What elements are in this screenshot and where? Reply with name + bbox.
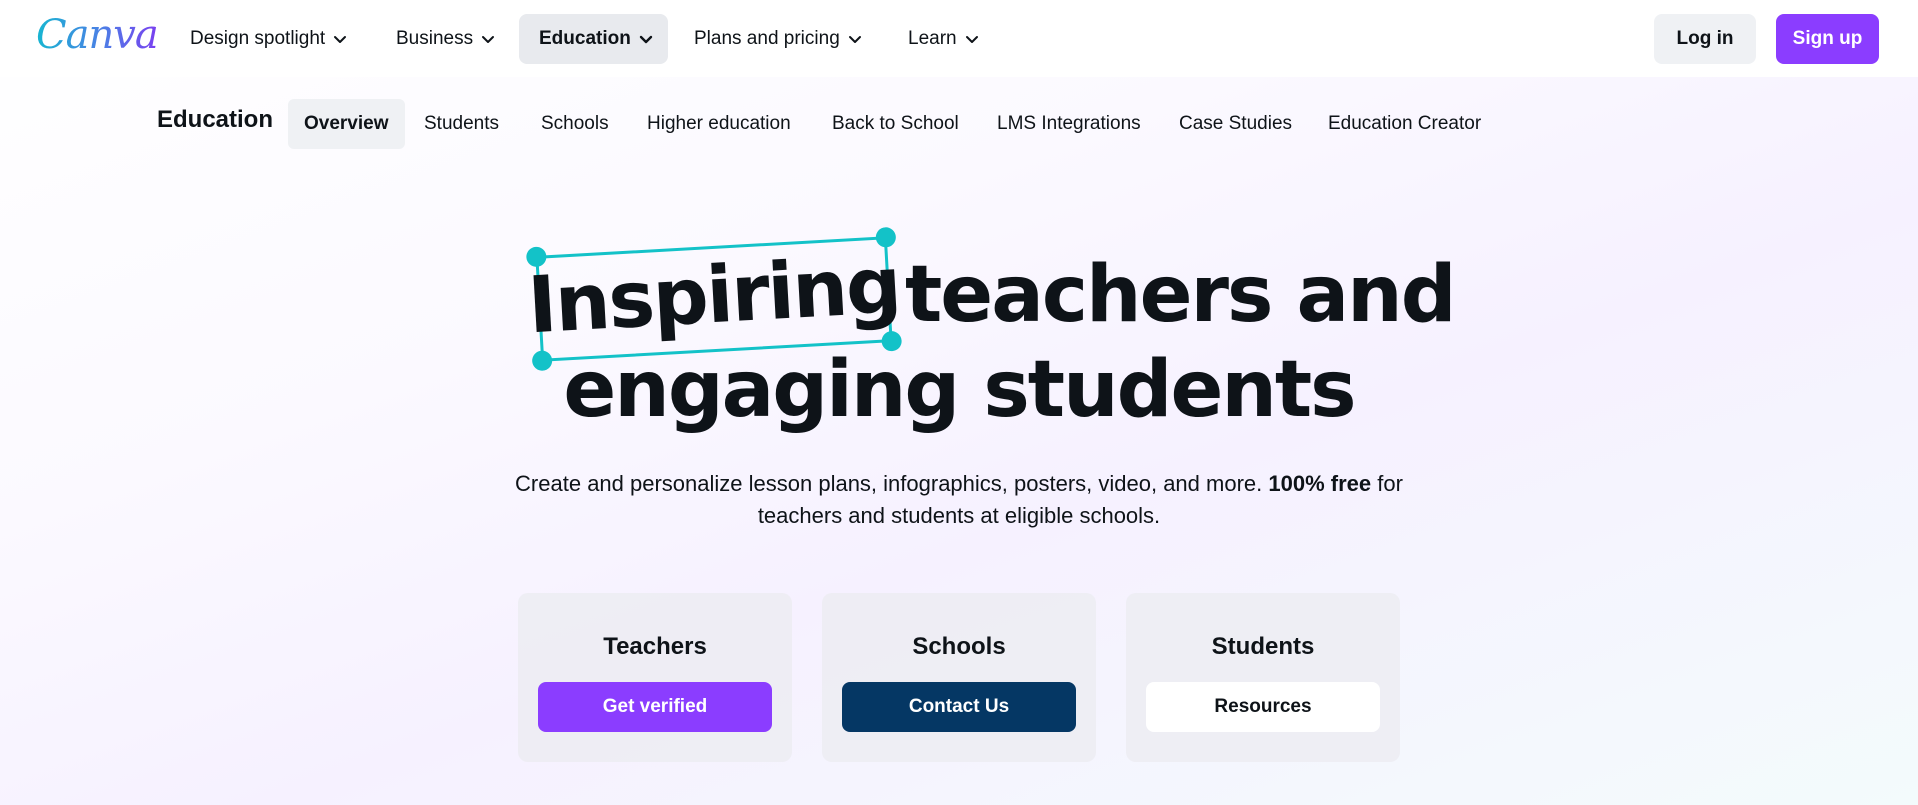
canva-logo[interactable]: Canva [36,12,159,58]
card-schools: Schools Contact Us [822,593,1096,762]
chevron-down-icon [639,32,653,46]
card-title: Students [1211,633,1315,660]
headline-rest: teachers and [905,250,1457,340]
nav-plans-and-pricing[interactable]: Plans and pricing [674,14,882,64]
get-verified-button[interactable]: Get verified [538,682,772,732]
card-teachers: Teachers Get verified [518,593,792,762]
nav-label: Education [539,28,631,49]
chevron-down-icon [848,32,862,46]
card-title: Schools [912,633,1006,660]
headline-line-2: engaging students [563,345,1356,435]
nav-business[interactable]: Business [376,14,515,64]
nav-label: Business [396,28,474,49]
subtitle-bold: 100% free [1268,471,1372,496]
subnav-item-students[interactable]: Students [408,99,515,149]
subnav-item-case-studies[interactable]: Case Studies [1163,99,1308,149]
sign-up-button[interactable]: Sign up [1776,14,1879,64]
nav-label: Plans and pricing [694,28,840,49]
resources-button[interactable]: Resources [1146,682,1380,732]
subnav-item-higher-education[interactable]: Higher education [631,99,807,149]
subnav-item-education-creator[interactable]: Education Creator [1312,99,1497,149]
highlight-selection-box: Inspiring [526,226,903,372]
nav-education[interactable]: Education [519,14,668,64]
headline-highlight-word: Inspiring [525,240,903,352]
subnav-item-overview[interactable]: Overview [288,99,405,149]
log-in-button[interactable]: Log in [1654,14,1756,64]
subnav-item-schools[interactable]: Schools [525,99,625,149]
nav-label: Design spotlight [190,28,326,49]
subnav-item-lms-integrations[interactable]: LMS Integrations [981,99,1157,149]
chevron-down-icon [965,32,979,46]
subtitle-text: Create and personalize lesson plans, inf… [515,471,1263,496]
subnav-title: Education [157,106,274,133]
chevron-down-icon [333,32,347,46]
nav-learn[interactable]: Learn [888,14,999,64]
hero-subtitle: Create and personalize lesson plans, inf… [509,468,1409,532]
chevron-down-icon [481,32,495,46]
card-title: Teachers [603,633,707,660]
top-navigation: Canva Design spotlight Business Educatio… [0,0,1918,77]
nav-design-spotlight[interactable]: Design spotlight [170,14,367,64]
card-students: Students Resources [1126,593,1400,762]
subnav-item-back-to-school[interactable]: Back to School [816,99,975,149]
nav-label: Learn [908,28,957,49]
contact-us-button[interactable]: Contact Us [842,682,1076,732]
